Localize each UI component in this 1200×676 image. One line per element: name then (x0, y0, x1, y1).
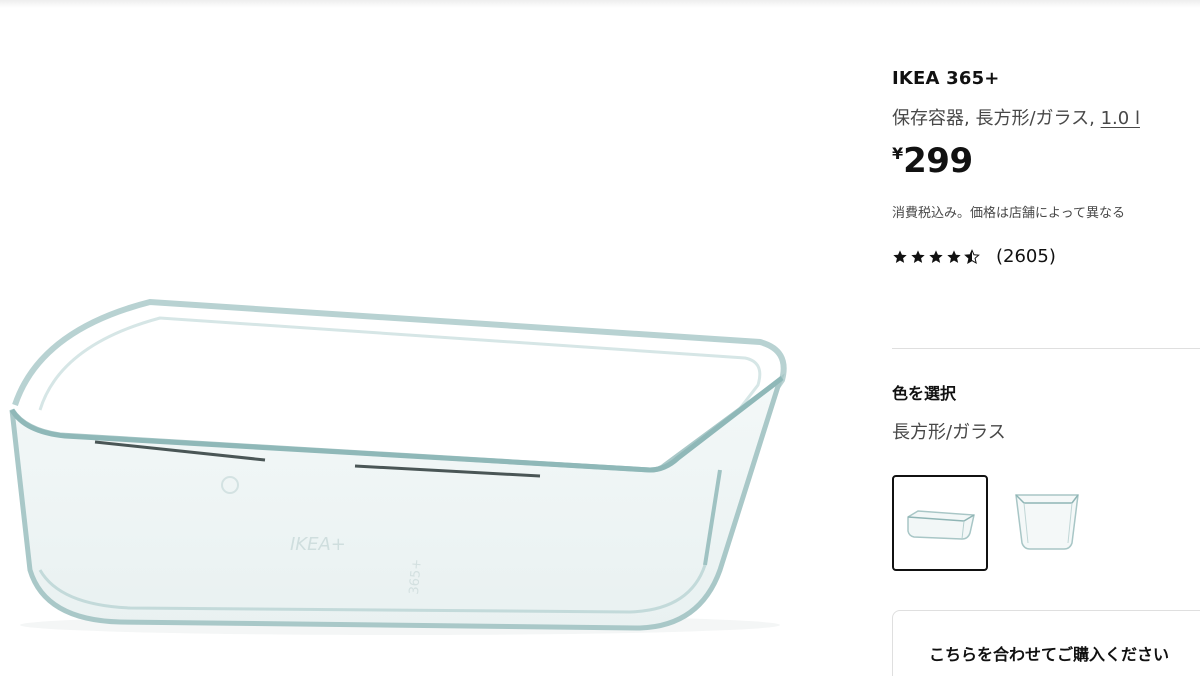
rating-stars (892, 248, 980, 265)
glass-container-image: IKEA+ 365+ (9, 298, 787, 635)
variant-heading: 色を選択 (892, 384, 957, 403)
product-page: IKEA+ 365+ IKEA 365+ 保存容器, 長方形/ガラス, 1.0 … (0, 0, 1200, 676)
review-count: (2605) (996, 246, 1056, 267)
price-amount: 299 (903, 141, 973, 181)
product-size-link[interactable]: 1.0 l (1101, 108, 1140, 129)
product-description-text: 保存容器, 長方形/ガラス, (892, 108, 1101, 129)
star-full-icon (928, 249, 944, 265)
square-container-thumbnail (1015, 494, 1079, 550)
variant-option-square[interactable] (1000, 475, 1096, 571)
rectangular-container-thumbnail (907, 510, 975, 540)
divider (892, 348, 1200, 349)
svg-text:IKEA+: IKEA+ (290, 534, 346, 555)
star-full-icon (892, 249, 908, 265)
product-price: ¥299 (892, 144, 973, 178)
star-full-icon (910, 249, 926, 265)
product-name[interactable]: IKEA 365+ (892, 68, 1000, 89)
star-full-icon (946, 249, 962, 265)
product-image[interactable]: IKEA+ 365+ (0, 270, 800, 650)
tax-note: 消費税込み。価格は店舗によって異なる (892, 206, 1125, 221)
top-edge (0, 0, 1200, 8)
star-half-icon (964, 248, 980, 265)
variant-selected-label: 長方形/ガラス (892, 422, 1006, 443)
svg-text:365+: 365+ (407, 558, 425, 595)
rating-link[interactable]: (2605) (892, 246, 1056, 267)
price-currency: ¥ (892, 144, 904, 163)
variant-option-rectangular[interactable] (892, 475, 988, 571)
bundle-suggestion-card[interactable]: こちらを合わせてご購入ください (892, 610, 1200, 676)
product-description: 保存容器, 長方形/ガラス, 1.0 l (892, 104, 1140, 130)
bundle-suggestion-label: こちらを合わせてご購入ください (929, 645, 1170, 664)
